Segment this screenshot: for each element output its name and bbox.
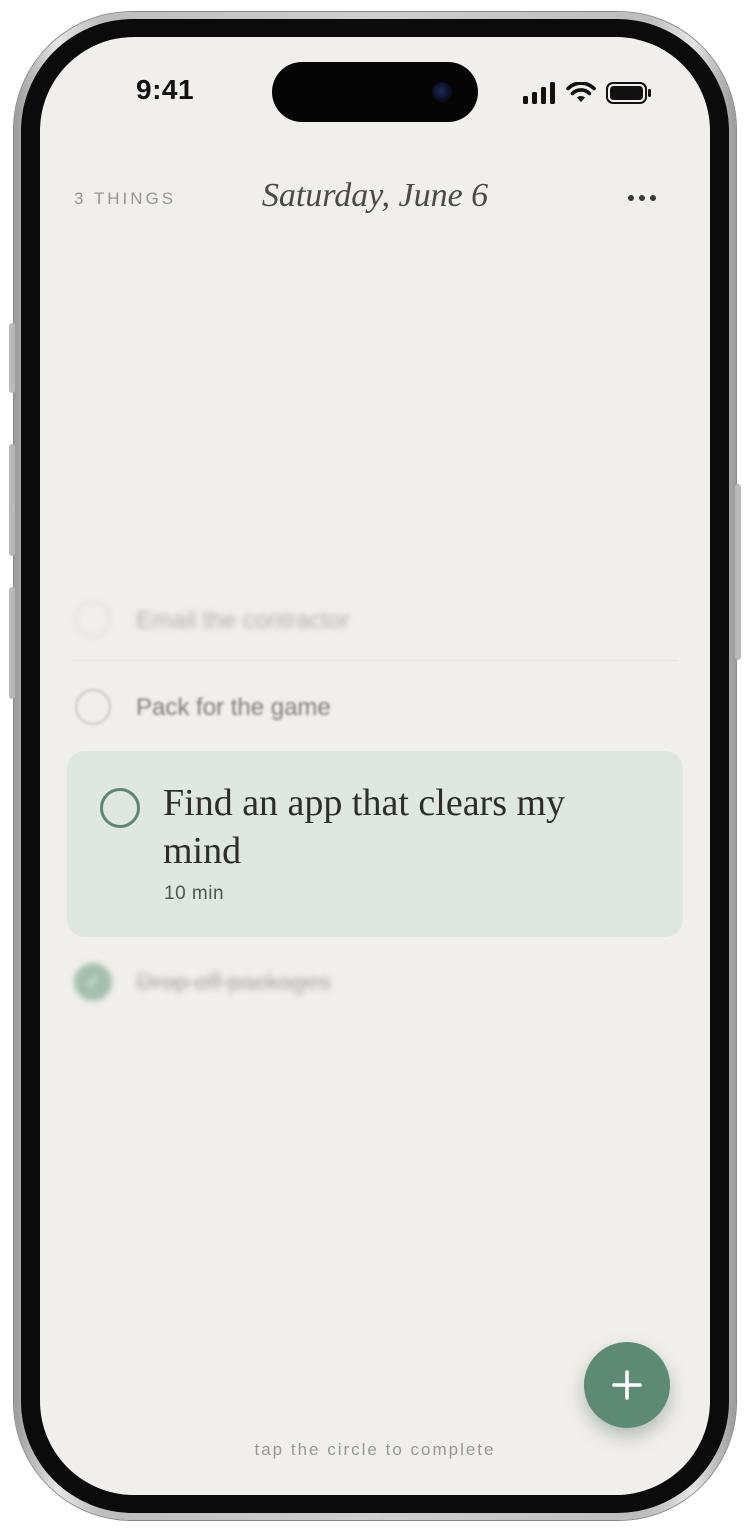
hint-text: tap the circle to complete [254,1440,496,1459]
action-button [9,323,15,393]
task-row-faded[interactable]: Email the contractor [72,601,678,641]
task-title: Email the contractor [136,607,350,634]
volume-down-button [9,587,15,699]
check-icon: ✓ [84,971,102,993]
add-task-button[interactable] [584,1342,670,1428]
power-button [735,484,741,660]
task-complete-circle[interactable] [100,788,140,828]
divider [72,660,678,661]
page-title-date: Saturday, June 6 [261,177,489,214]
status-icons [522,81,652,105]
more-icon [628,195,634,201]
dynamic-island [272,62,478,122]
status-time: 9:41 [136,74,195,105]
task-row-done[interactable]: ✓ Drop off packages [72,963,678,1003]
signal-icon [523,82,555,104]
volume-up-button [9,444,15,556]
camera-lens-icon [432,82,452,102]
task-complete-circle[interactable] [75,601,111,637]
plus-icon [612,1370,642,1400]
focused-task-card[interactable]: Find an app that clears my mind 10 min [67,751,683,937]
battery-icon [606,82,651,104]
app-screen: 9:41 3 THINGS Saturday, June 6 Email the… [40,37,710,1495]
task-title: Drop off packages [136,969,331,996]
task-duration: 10 min [164,883,225,904]
completed-circle[interactable]: ✓ [74,963,112,1001]
task-complete-circle[interactable] [75,689,111,725]
focused-task-title: Find an app that clears my mind [163,782,566,872]
wifi-icon [566,82,596,102]
task-row[interactable]: Pack for the game [72,689,678,729]
task-title: Pack for the game [136,694,331,721]
more-options-button[interactable] [628,195,656,201]
